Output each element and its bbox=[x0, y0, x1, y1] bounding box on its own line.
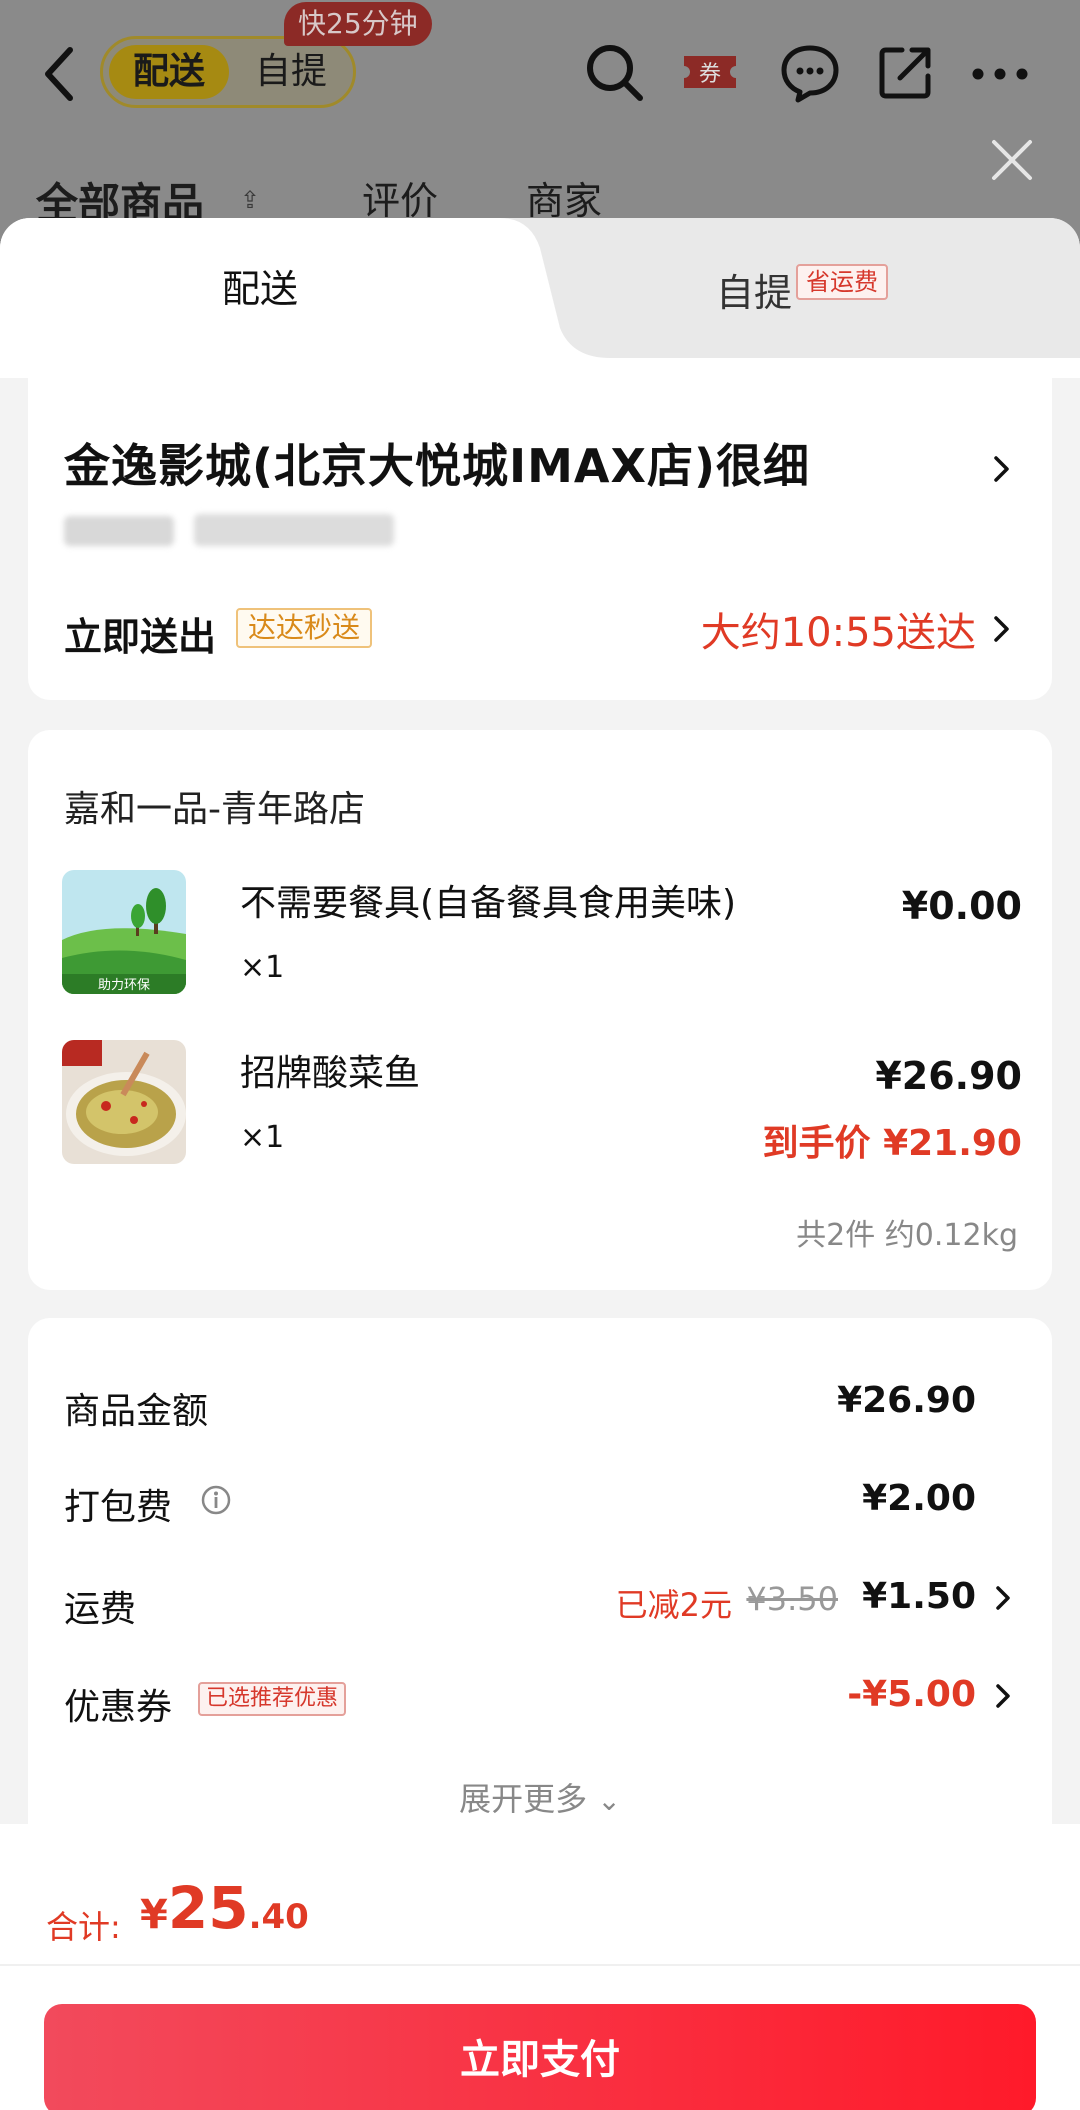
store-name: 嘉和一品-青年路店 bbox=[64, 789, 365, 830]
eco-thumbnail-image: 助力环保 bbox=[62, 870, 186, 994]
search-icon[interactable] bbox=[582, 40, 646, 104]
chevron-right-icon[interactable] bbox=[992, 614, 1012, 644]
address-card[interactable]: 金逸影城(北京大悦城IMAX店)很细 立即送出 达达秒送 大约10:55送达 bbox=[28, 368, 1052, 700]
shipping-original-price: ¥3.50 bbox=[746, 1580, 838, 1618]
ship-time-label: 立即送出 bbox=[64, 615, 217, 659]
item-name: 招牌酸菜鱼 bbox=[240, 1053, 421, 1094]
expand-more-label: 展开更多 bbox=[459, 1780, 588, 1818]
total-currency: ¥ bbox=[140, 1892, 168, 1938]
goods-amount-label: 商品金额 bbox=[64, 1391, 209, 1432]
item-final-price: 到手价 ¥21.90 bbox=[762, 1123, 1022, 1164]
tab-reviews[interactable]: 评价 bbox=[362, 170, 438, 225]
chevron-right-icon bbox=[994, 456, 1009, 482]
price-breakdown-card: 商品金额 ¥26.90 打包费 ¥2.00 运费 已减2元 ¥3.50 ¥1.5… bbox=[28, 1318, 1052, 1878]
total-amount: ¥25.40 bbox=[140, 1874, 309, 1942]
total-integer: 25 bbox=[167, 1874, 249, 1942]
save-shipping-badge: 省运费 bbox=[796, 264, 888, 300]
back-icon[interactable] bbox=[36, 44, 84, 104]
checkout-sheet: 配送 自提 省运费 金逸影城(北京大悦城IMAX店)很细 立即送出 达达秒送 大… bbox=[0, 218, 1080, 2110]
shipping-discount: 已减2元 bbox=[615, 1586, 732, 1624]
share-icon[interactable] bbox=[874, 40, 938, 104]
background-page: 配送 自提 快25分钟 券 全部商品 ⇪ 评价 商家 bbox=[0, 0, 1080, 240]
coupon-icon[interactable]: 券 bbox=[678, 40, 742, 104]
chat-icon[interactable] bbox=[778, 40, 842, 104]
sort-icon[interactable]: ⇪ bbox=[240, 186, 260, 214]
redacted-contact bbox=[64, 510, 394, 550]
coupon-badge: 已选推荐优惠 bbox=[198, 1682, 347, 1716]
shipping-fee-value[interactable]: ¥1.50 bbox=[862, 1576, 976, 1617]
list-item[interactable]: 助力环保 不需要餐具(自备餐具食用美味) ×1 ¥0.00 bbox=[62, 870, 1022, 1000]
packing-fee-value: ¥2.00 bbox=[862, 1478, 976, 1519]
expand-more-button[interactable]: 展开更多 ⌄ bbox=[28, 1774, 1052, 1820]
mode-delivery[interactable]: 配送 bbox=[109, 45, 229, 99]
list-item[interactable]: 招牌酸菜鱼 ×1 ¥26.90 到手价 ¥21.90 bbox=[62, 1040, 1022, 1170]
item-quantity: ×1 bbox=[240, 1120, 285, 1155]
total-label: 合计: bbox=[46, 1908, 121, 1946]
item-price: ¥26.90 bbox=[875, 1054, 1022, 1098]
order-card: 嘉和一品-青年路店 助力环保 不需要餐具(自备餐具食用美味) ×1 ¥0.00 bbox=[28, 730, 1052, 1290]
courier-badge: 达达秒送 bbox=[236, 608, 373, 648]
coupon-icon-label: 券 bbox=[699, 62, 721, 87]
tab-merchant[interactable]: 商家 bbox=[526, 170, 602, 225]
chevron-right-icon[interactable] bbox=[994, 1682, 1012, 1710]
mode-switch[interactable]: 配送 自提 bbox=[100, 36, 356, 108]
goods-amount-value: ¥26.90 bbox=[837, 1380, 976, 1421]
pay-now-button[interactable]: 立即支付 bbox=[44, 2004, 1036, 2110]
info-icon[interactable] bbox=[200, 1484, 232, 1516]
sheet-tab-strip: 配送 自提 省运费 bbox=[0, 218, 1080, 378]
coupon-value[interactable]: -¥5.00 bbox=[847, 1674, 976, 1715]
fish-dish-image bbox=[62, 1040, 186, 1164]
checkout-bar: 合计: ¥25.40 立即支付 bbox=[0, 1824, 1080, 2110]
address-title: 金逸影城(北京大悦城IMAX店)很细 bbox=[64, 439, 811, 493]
mode-pickup[interactable]: 自提 bbox=[241, 45, 341, 99]
item-quantity: ×1 bbox=[240, 950, 285, 985]
item-price: ¥0.00 bbox=[901, 884, 1022, 928]
shipping-fee-label: 运费 bbox=[64, 1589, 137, 1630]
packing-fee-label: 打包费 bbox=[64, 1487, 173, 1528]
chevron-down-icon: ⌄ bbox=[597, 1784, 621, 1817]
more-icon[interactable] bbox=[968, 40, 1032, 104]
tab-delivery[interactable]: 配送 bbox=[160, 258, 360, 313]
delivery-eta[interactable]: 大约10:55送达 bbox=[701, 600, 976, 658]
item-name: 不需要餐具(自备餐具食用美味) bbox=[240, 883, 737, 924]
order-summary: 共2件 约0.12kg bbox=[796, 1218, 1018, 1253]
coupon-label: 优惠券 bbox=[64, 1687, 173, 1728]
chevron-right-icon[interactable] bbox=[994, 1584, 1012, 1612]
total-decimal: .40 bbox=[248, 1897, 309, 1937]
divider bbox=[0, 1964, 1080, 1966]
close-icon[interactable] bbox=[986, 134, 1038, 186]
fast-badge: 快25分钟 bbox=[284, 2, 432, 46]
tab-pickup[interactable]: 自提 bbox=[716, 262, 792, 317]
thumb-label: 助力环保 bbox=[98, 978, 150, 993]
top-bar: 配送 自提 快25分钟 券 bbox=[0, 0, 1080, 150]
